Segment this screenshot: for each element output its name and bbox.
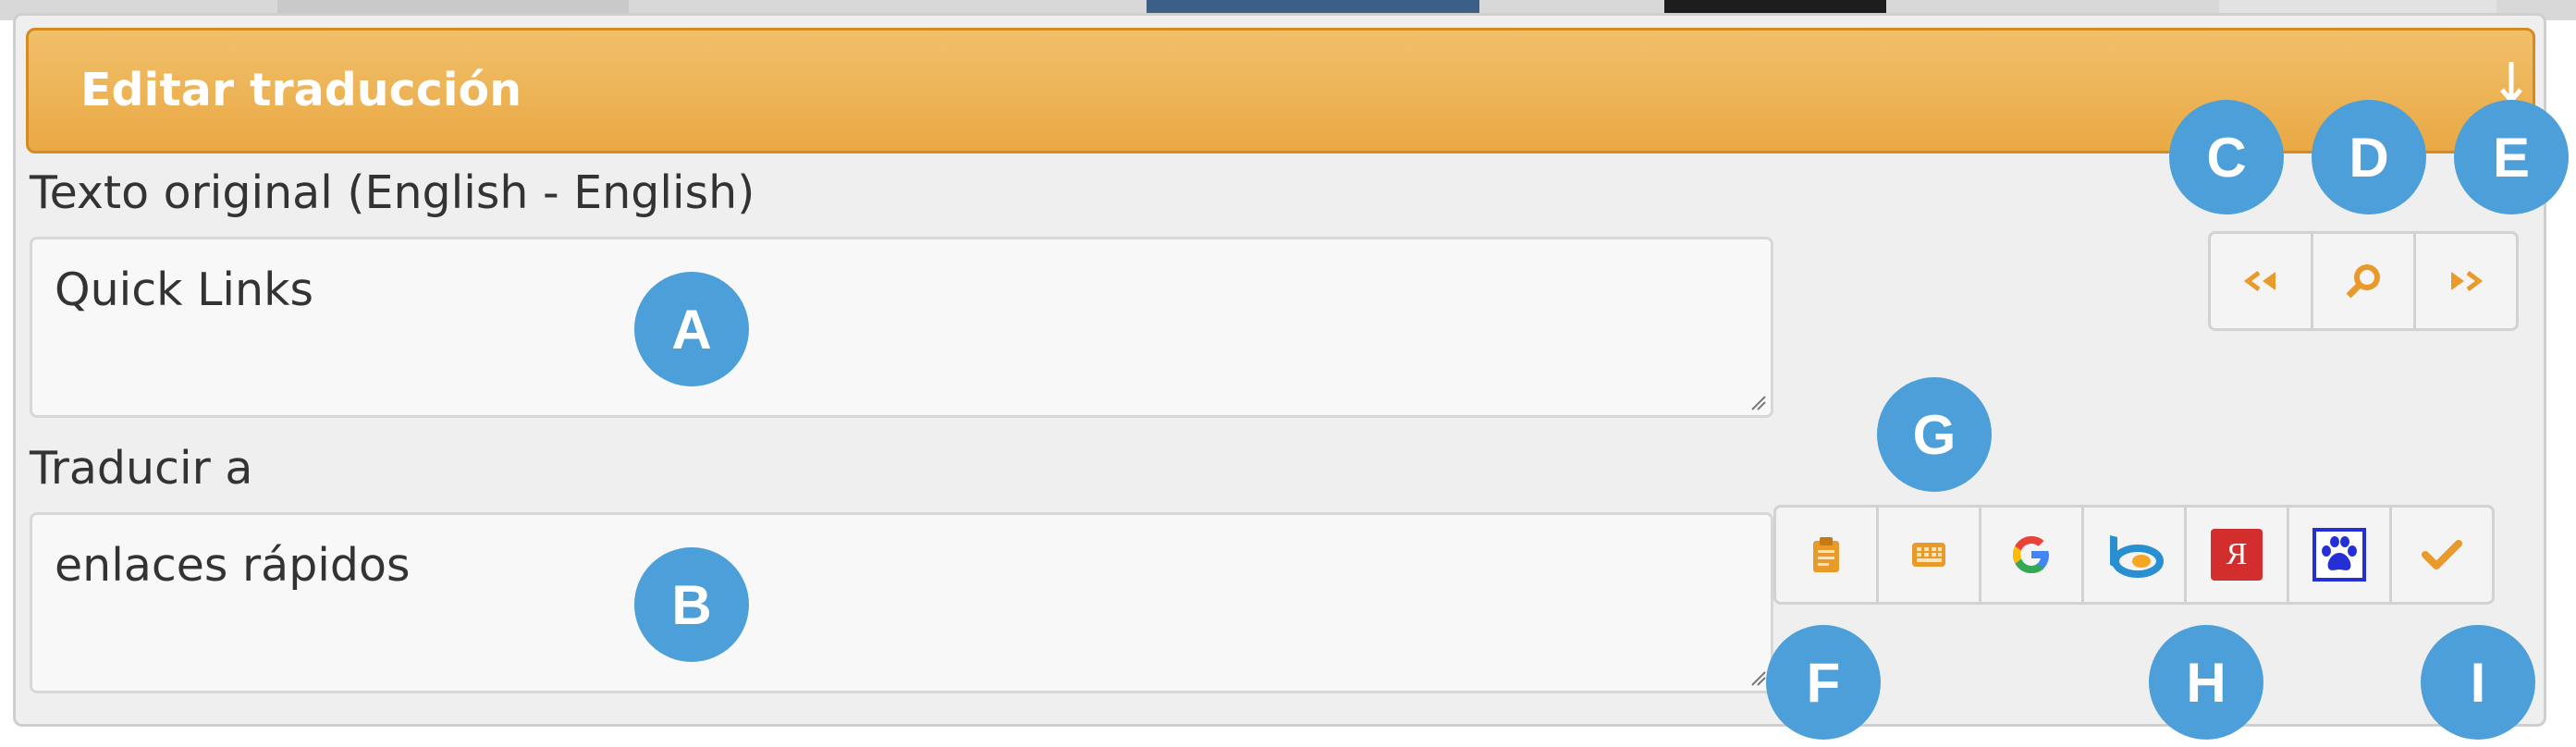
bing-translate-button[interactable]	[2081, 505, 2187, 605]
yandex-icon: Я	[2211, 529, 2263, 581]
translation-tools-group: Я	[1773, 505, 2495, 605]
callout-h: H	[2149, 625, 2263, 740]
search-icon	[2346, 264, 2380, 299]
google-icon	[2013, 536, 2049, 573]
original-text-value: Quick Links	[55, 263, 314, 316]
translation-field[interactable]: enlaces rápidos	[30, 512, 1773, 693]
previous-icon	[2243, 271, 2275, 291]
original-text-field[interactable]: Quick Links	[30, 237, 1773, 418]
baidu-icon	[2312, 528, 2366, 582]
next-icon	[2451, 271, 2484, 291]
original-text-label: Texto original (English - English)	[30, 166, 755, 219]
callout-f: F	[1766, 625, 1881, 740]
translation-value: enlaces rápidos	[55, 539, 411, 592]
resize-grip-icon[interactable]	[1748, 668, 1767, 687]
navigation-button-group	[2208, 231, 2519, 331]
checkmark-icon	[2422, 540, 2462, 569]
translate-to-label: Traducir a	[30, 442, 253, 495]
previous-button[interactable]	[2208, 231, 2313, 331]
paste-original-button[interactable]	[1773, 505, 1879, 605]
keyboard-icon	[1912, 543, 1945, 567]
dialog-titlebar[interactable]: Editar traducción	[26, 28, 2535, 153]
next-button[interactable]	[2413, 231, 2519, 331]
yandex-translate-button[interactable]: Я	[2184, 505, 2289, 605]
callout-i: I	[2421, 625, 2535, 740]
callout-c: C	[2169, 100, 2284, 214]
callout-g: G	[1877, 377, 1992, 492]
dialog-title: Editar traducción	[80, 64, 522, 116]
callout-a: A	[634, 272, 749, 386]
bing-icon	[2110, 535, 2164, 578]
callout-d: D	[2312, 100, 2426, 214]
save-translation-button[interactable]	[2389, 505, 2495, 605]
google-translate-button[interactable]	[1979, 505, 2084, 605]
callout-e: E	[2454, 100, 2569, 214]
callout-b: B	[634, 547, 749, 662]
keyboard-button[interactable]	[1876, 505, 1981, 605]
baidu-translate-button[interactable]	[2287, 505, 2392, 605]
search-button[interactable]	[2311, 231, 2416, 331]
clipboard-icon	[1813, 537, 1839, 572]
resize-grip-icon[interactable]	[1748, 393, 1767, 411]
